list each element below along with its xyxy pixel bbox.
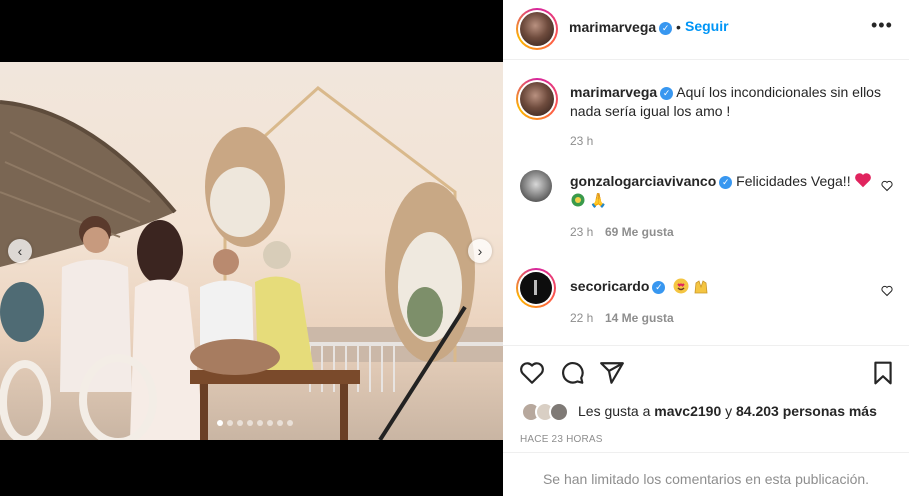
verified-icon: ✓ [659,21,673,35]
more-icon[interactable]: ••• [871,15,893,36]
carousel-dot [277,420,283,426]
red-heart-emoji [855,173,872,188]
heart-icon[interactable] [881,285,893,297]
likes-connector: y [725,403,733,419]
likes-prefix: Les gusta a [578,403,651,419]
wedding-photo-illustration [0,86,503,440]
raising-hands-emoji [694,280,708,294]
caption-username[interactable]: marimarvega [570,84,657,100]
comment-username[interactable]: secoricardo [570,278,649,294]
carousel-indicator [217,420,293,426]
carousel-dot [267,420,273,426]
comment: secoricardo ✓ [570,277,709,296]
author-username-link[interactable]: marimarvega ✓ [569,19,673,35]
post-panel: marimarvega ✓ • Seguir ••• marimarvega ✓ A… [503,0,909,496]
liked-by-avatars[interactable] [521,402,575,422]
pray-emoji: 🙏 [589,192,608,208]
comment-likes[interactable]: 14 Me gusta [605,311,674,325]
comment-emoji-line: 🙏 [570,191,607,210]
comment-time[interactable]: 22 h [570,311,593,325]
heart-icon[interactable] [881,180,893,192]
comments-limited-notice: Se han limitado los comentarios en esta … [503,452,909,496]
save-icon[interactable] [870,360,896,386]
comment-time[interactable]: 23 h [570,225,593,239]
chevron-left-icon[interactable]: ‹ [8,239,32,263]
liked-by-username[interactable]: mavc2190 [654,403,721,419]
caption-avatar[interactable] [516,78,558,120]
comment-likes[interactable]: 69 Me gusta [605,225,674,239]
carousel-dot [247,420,253,426]
comment-username[interactable]: gonzalogarciavivanco [570,173,716,189]
heart-icon[interactable] [519,360,545,386]
avatar [549,402,569,422]
commenter-avatar[interactable] [520,170,552,202]
post-timestamp[interactable]: HACE 23 HORAS [520,434,603,445]
follow-button[interactable]: Seguir [685,18,729,34]
emoji-icon [571,193,585,207]
carousel-dot [237,420,243,426]
carousel-dot [217,420,223,426]
post-header: marimarvega ✓ • Seguir ••• [503,0,909,60]
carousel-dot [257,420,263,426]
commenter-avatar[interactable] [516,268,556,308]
caption: marimarvega ✓ Aquí los incondicionales si… [570,83,890,121]
verified-icon: ✓ [660,86,674,100]
post-actions: Les gusta a mavc2190 y 84.203 personas m… [503,345,909,465]
chevron-right-icon[interactable]: › [468,239,492,263]
follow-separator: • [676,19,681,35]
comment: gonzalogarciavivanco ✓ Felicidades Vega!! [570,172,872,191]
caption-time[interactable]: 23 h [570,134,593,148]
author-avatar[interactable] [516,8,558,50]
likes-summary: Les gusta a mavc2190 y 84.203 personas m… [578,403,877,419]
share-icon[interactable] [599,360,625,386]
carousel-dot [227,420,233,426]
post-photo[interactable] [0,62,503,440]
heart-eyes-emoji [673,278,689,294]
comment-icon[interactable] [559,360,585,386]
likes-count[interactable]: 84.203 personas más [736,403,877,419]
verified-icon: ✓ [719,175,733,189]
author-username[interactable]: marimarvega [569,19,656,35]
post-media: ‹ › [0,0,503,496]
verified-icon: ✓ [652,280,666,294]
comment-text: Felicidades Vega!! [736,173,851,189]
carousel-dot [287,420,293,426]
